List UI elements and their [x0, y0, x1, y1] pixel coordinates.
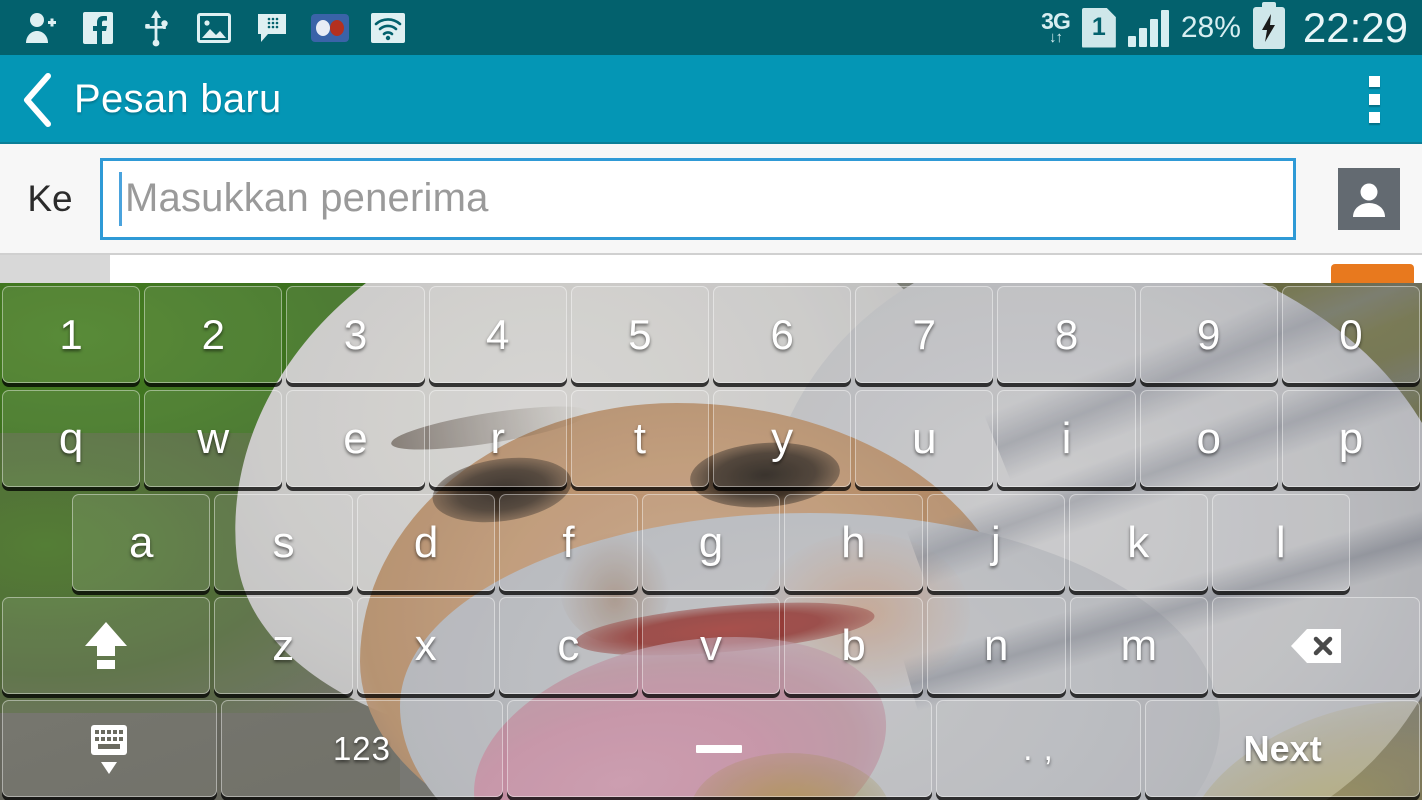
status-bar-notification-icons	[0, 8, 408, 48]
shift-key[interactable]	[2, 597, 210, 694]
space-bar-marker	[696, 743, 743, 755]
contact-picker-button[interactable]	[1338, 167, 1400, 230]
key-o[interactable]: o	[1139, 390, 1278, 487]
punctuation-key[interactable]: . ,	[935, 700, 1142, 797]
signal-strength-icon	[1127, 9, 1169, 47]
key-0[interactable]: 0	[1281, 286, 1421, 383]
key-e[interactable]: e	[286, 390, 425, 487]
hide-keyboard-key[interactable]	[2, 700, 217, 797]
key-r[interactable]: r	[428, 390, 567, 487]
key-l[interactable]: l	[1211, 494, 1350, 591]
recipient-placeholder: Masukkan penerima	[125, 176, 489, 220]
space-key[interactable]	[507, 700, 932, 797]
key-3[interactable]: 3	[286, 286, 425, 383]
enter-next-key[interactable]: Next	[1145, 700, 1420, 797]
key-k[interactable]: k	[1069, 494, 1208, 591]
key-6[interactable]: 6	[713, 286, 852, 383]
key-9[interactable]: 9	[1139, 286, 1278, 383]
hide-keyboard-icon	[83, 721, 135, 777]
recipient-label: Ke	[27, 177, 73, 219]
status-bar-system-icons: 3G ↓↑ 1 28% 22:29	[1041, 0, 1408, 55]
action-bar: Pesan baru	[0, 55, 1422, 144]
recipient-row: Ke Masukkan penerima	[0, 144, 1422, 255]
bbm-message-icon	[252, 8, 292, 48]
keyboard-key-rows: 1 2 3 4 5 6 7 8 9 0 q w e r t y u i o p …	[0, 283, 1422, 800]
gallery-image-icon	[194, 8, 234, 48]
contact-add-icon	[20, 8, 60, 48]
key-5[interactable]: 5	[570, 286, 710, 383]
usb-icon	[136, 8, 176, 48]
key-p[interactable]: p	[1281, 390, 1421, 487]
keyboard-row-top: q w e r t y u i o p	[0, 387, 1422, 490]
battery-percent-label: 28%	[1180, 10, 1241, 44]
key-4[interactable]: 4	[428, 286, 567, 383]
key-c[interactable]: c	[499, 597, 638, 694]
keyboard-row-bottom: z x c v b n m	[0, 594, 1422, 697]
key-s[interactable]: s	[214, 494, 353, 591]
wifi-icon	[368, 8, 408, 48]
key-v[interactable]: v	[641, 597, 781, 694]
attach-button[interactable]	[0, 255, 110, 285]
key-8[interactable]: 8	[997, 286, 1136, 383]
network-3g-icon: 3G ↓↑	[1041, 8, 1071, 46]
backspace-icon	[1289, 627, 1343, 665]
page-title: Pesan baru	[74, 77, 282, 121]
symbols-key[interactable]: 123	[220, 700, 504, 797]
key-b[interactable]: b	[784, 597, 923, 694]
on-screen-keyboard: 1 2 3 4 5 6 7 8 9 0 q w e r t y u i o p …	[0, 283, 1422, 800]
recipient-input[interactable]: Masukkan penerima	[100, 157, 1296, 240]
shift-arrow-icon	[83, 620, 129, 672]
status-bar: 3G ↓↑ 1 28% 22:29	[0, 0, 1422, 55]
keyboard-row-numbers: 1 2 3 4 5 6 7 8 9 0	[0, 283, 1422, 386]
key-1[interactable]: 1	[2, 286, 141, 383]
overflow-menu-icon[interactable]	[1369, 55, 1380, 144]
key-f[interactable]: f	[499, 494, 638, 591]
vr-cardboard-icon	[310, 8, 350, 48]
key-d[interactable]: d	[356, 494, 496, 591]
back-chevron-icon[interactable]	[0, 55, 74, 144]
keyboard-row-home: a s d f g h j k l	[0, 491, 1422, 594]
key-u[interactable]: u	[855, 390, 994, 487]
facebook-icon	[78, 8, 118, 48]
keyboard-row-space: 123 . , Next	[0, 697, 1422, 800]
phone-screen: 3G ↓↑ 1 28% 22:29 Pesan baru Ke Masukkan…	[0, 0, 1422, 800]
key-i[interactable]: i	[997, 390, 1136, 487]
key-q[interactable]: q	[2, 390, 141, 487]
key-7[interactable]: 7	[855, 286, 994, 383]
key-m[interactable]: m	[1069, 597, 1209, 694]
key-y[interactable]: y	[713, 390, 852, 487]
key-a[interactable]: a	[72, 494, 211, 591]
key-g[interactable]: g	[641, 494, 781, 591]
key-x[interactable]: x	[356, 597, 496, 694]
key-h[interactable]: h	[784, 494, 923, 591]
key-z[interactable]: z	[213, 597, 353, 694]
key-t[interactable]: t	[570, 390, 710, 487]
backspace-key[interactable]	[1212, 597, 1421, 694]
key-j[interactable]: j	[926, 494, 1066, 591]
key-w[interactable]: w	[144, 390, 283, 487]
key-n[interactable]: n	[926, 597, 1066, 694]
sim-slot-indicator: 1	[1081, 7, 1116, 48]
battery-charging-icon	[1252, 1, 1285, 49]
status-bar-clock: 22:29	[1302, 3, 1408, 51]
key-2[interactable]: 2	[144, 286, 283, 383]
